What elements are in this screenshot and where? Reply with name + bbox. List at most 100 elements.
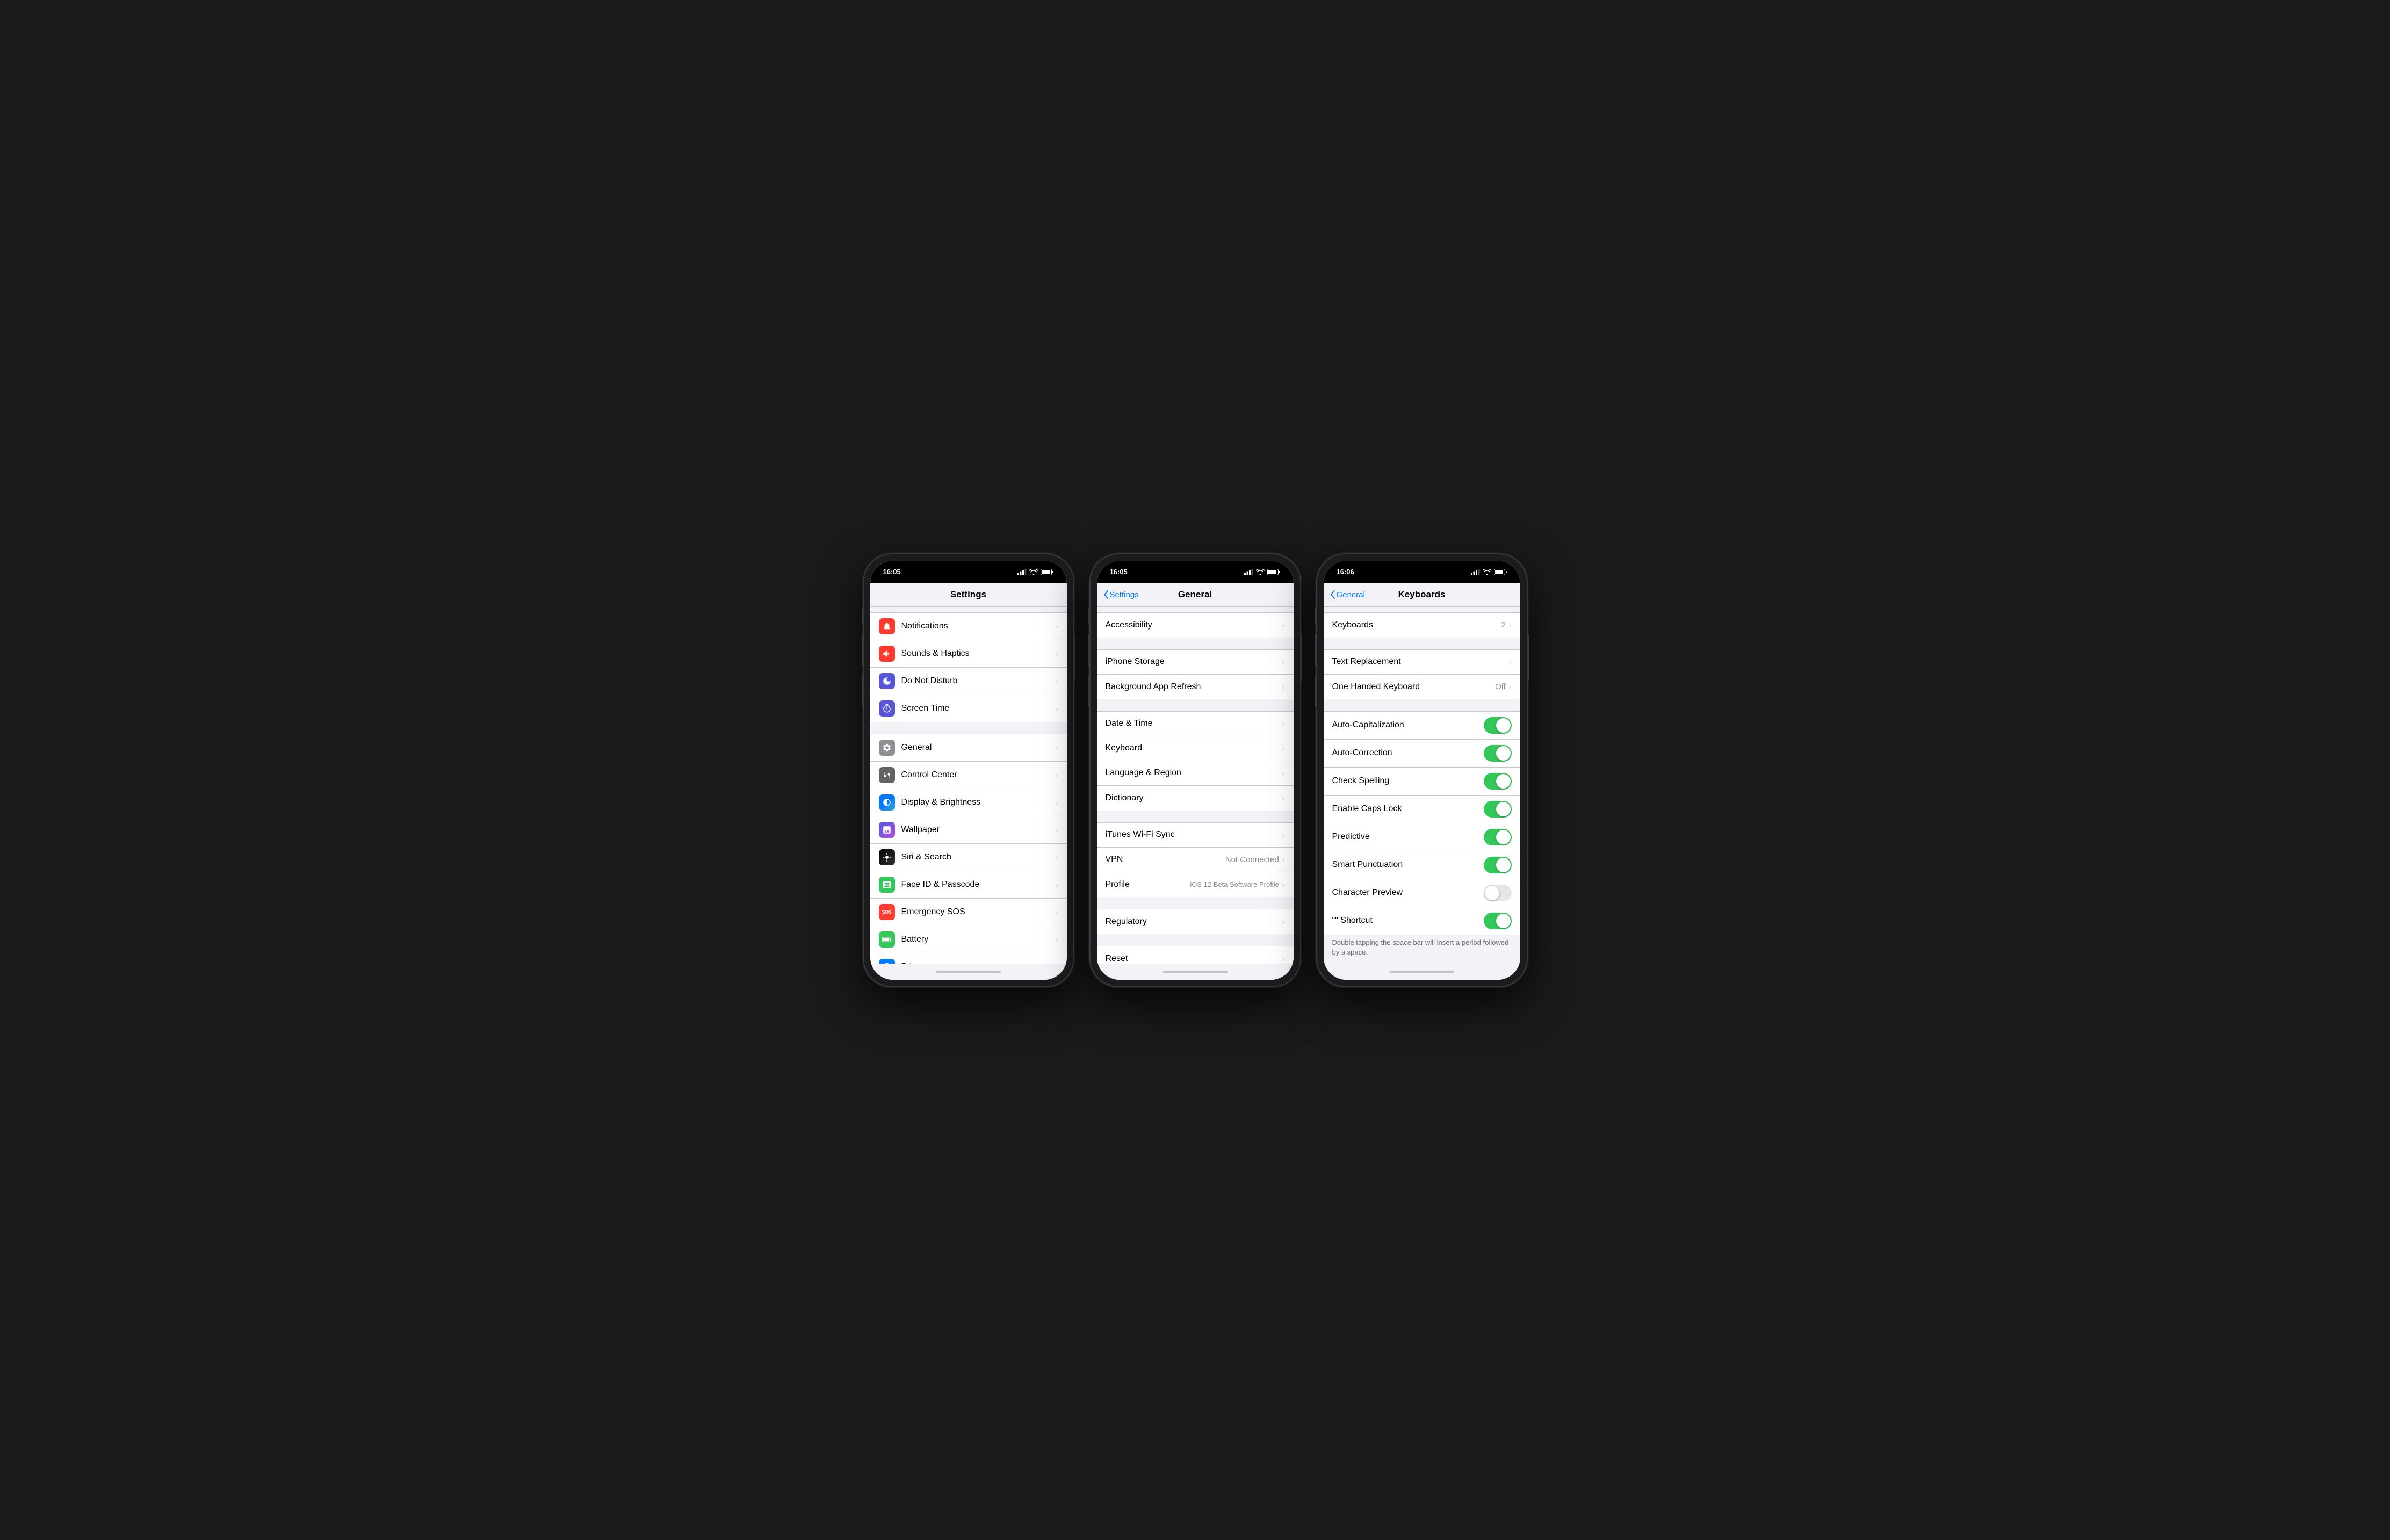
- chevron-icon: ›: [1282, 880, 1285, 889]
- faceid-label: Face ID & Passcode: [901, 880, 1056, 890]
- row-accessibility[interactable]: Accessibility ›: [1097, 613, 1294, 638]
- settings-scroll[interactable]: Notifications › Sounds & Haptics ›: [870, 607, 1067, 964]
- row-battery[interactable]: Battery ›: [870, 926, 1067, 953]
- row-siri[interactable]: Siri & Search ›: [870, 844, 1067, 871]
- row-toggle-auto-correction: Auto-Correction: [1324, 740, 1520, 768]
- section-4: iTunes Wi-Fi Sync › VPN Not Connected › …: [1097, 822, 1294, 897]
- reset-label: Reset: [1106, 954, 1282, 964]
- section-1: Notifications › Sounds & Haptics ›: [870, 612, 1067, 722]
- toggle-switch[interactable]: [1484, 857, 1512, 873]
- row-keyboard[interactable]: Keyboard ›: [1097, 736, 1294, 761]
- sounds-icon: [879, 646, 895, 662]
- power-button[interactable]: [1300, 634, 1302, 681]
- mute-button[interactable]: [1315, 608, 1317, 625]
- row-reset[interactable]: Reset ›: [1097, 946, 1294, 964]
- chevron-icon: ›: [1282, 657, 1285, 666]
- chevron-icon: ›: [1282, 955, 1285, 963]
- row-date-time[interactable]: Date & Time ›: [1097, 712, 1294, 736]
- shortcut-footer: Double tapping the space bar will insert…: [1324, 935, 1520, 963]
- general-scroll[interactable]: Accessibility › iPhone Storage › Backgro…: [1097, 607, 1294, 964]
- chevron-icon: ›: [1056, 908, 1058, 916]
- privacy-icon: [879, 959, 895, 964]
- row-vpn[interactable]: VPN Not Connected ›: [1097, 848, 1294, 872]
- row-text-replacement[interactable]: Text Replacement ›: [1324, 650, 1520, 675]
- notifications-icon: [879, 618, 895, 634]
- volume-down-button[interactable]: [1315, 675, 1317, 707]
- back-button[interactable]: Settings: [1103, 590, 1139, 599]
- battery-icon: [1267, 569, 1281, 575]
- row-profile[interactable]: Profile iOS 12 Beta Software Profile ›: [1097, 872, 1294, 897]
- notifications-label: Notifications: [901, 621, 1056, 631]
- chevron-icon: ›: [1282, 917, 1285, 926]
- toggle-switch[interactable]: [1484, 745, 1512, 762]
- chevron-icon: ›: [1056, 798, 1058, 807]
- volume-down-button[interactable]: [1088, 675, 1091, 707]
- chevron-icon: ›: [1509, 657, 1512, 666]
- row-keyboards[interactable]: Keyboards 2 ›: [1324, 613, 1520, 638]
- vpn-value: Not Connected: [1225, 855, 1279, 864]
- volume-down-button[interactable]: [862, 675, 864, 707]
- row-notifications[interactable]: Notifications ›: [870, 613, 1067, 640]
- row-dnd[interactable]: Do Not Disturb ›: [870, 668, 1067, 695]
- wifi-icon: [1483, 569, 1491, 575]
- mute-button[interactable]: [1088, 608, 1091, 625]
- text-replacement-label: Text Replacement: [1332, 657, 1509, 667]
- row-screentime[interactable]: Screen Time ›: [870, 695, 1067, 722]
- row-iphone-storage[interactable]: iPhone Storage ›: [1097, 650, 1294, 675]
- chevron-icon: ›: [1282, 744, 1285, 753]
- row-sos[interactable]: SOS Emergency SOS ›: [870, 899, 1067, 926]
- dnd-label: Do Not Disturb: [901, 676, 1056, 686]
- chevron-icon: ›: [1056, 771, 1058, 779]
- row-one-handed[interactable]: One Handed Keyboard Off ›: [1324, 675, 1520, 699]
- power-button[interactable]: [1073, 634, 1075, 681]
- row-faceid[interactable]: Face ID & Passcode ›: [870, 871, 1067, 899]
- toggle-label: Auto-Correction: [1332, 748, 1484, 758]
- sos-label: Emergency SOS: [901, 907, 1056, 917]
- date-time-label: Date & Time: [1106, 719, 1282, 728]
- power-button[interactable]: [1527, 634, 1529, 681]
- toggle-switch[interactable]: [1484, 717, 1512, 734]
- toggle-switch[interactable]: [1484, 885, 1512, 901]
- toggle-label: Character Preview: [1332, 888, 1484, 898]
- row-wallpaper[interactable]: Wallpaper ›: [870, 816, 1067, 844]
- volume-up-button[interactable]: [1315, 634, 1317, 666]
- row-background-refresh[interactable]: Background App Refresh ›: [1097, 675, 1294, 699]
- row-general[interactable]: General ›: [870, 734, 1067, 762]
- control-icon: [879, 767, 895, 783]
- vpn-label: VPN: [1106, 855, 1225, 864]
- row-language[interactable]: Language & Region ›: [1097, 761, 1294, 786]
- background-refresh-label: Background App Refresh: [1106, 682, 1282, 692]
- screentime-label: Screen Time: [901, 704, 1056, 713]
- toggle-switch[interactable]: [1484, 829, 1512, 845]
- chevron-icon: ›: [1056, 743, 1058, 752]
- siri-icon: [879, 849, 895, 865]
- row-itunes-wifi[interactable]: iTunes Wi-Fi Sync ›: [1097, 823, 1294, 848]
- row-dictionary[interactable]: Dictionary ›: [1097, 786, 1294, 811]
- row-control[interactable]: Control Center ›: [870, 762, 1067, 789]
- back-button[interactable]: General: [1330, 590, 1365, 599]
- language-label: Language & Region: [1106, 768, 1282, 778]
- chevron-icon: ›: [1509, 683, 1512, 691]
- signal-icon: [1017, 569, 1027, 575]
- row-toggle-predictive: Predictive: [1324, 823, 1520, 851]
- mute-button[interactable]: [862, 608, 864, 625]
- toggle-label: "" Shortcut: [1332, 916, 1484, 926]
- regulatory-label: Regulatory: [1106, 917, 1282, 927]
- keyboards-scroll[interactable]: Keyboards 2 › Text Replacement ›: [1324, 607, 1520, 964]
- row-privacy[interactable]: Privacy ›: [870, 953, 1067, 964]
- volume-up-button[interactable]: [862, 634, 864, 666]
- toggle-switch[interactable]: [1484, 801, 1512, 818]
- accessibility-label: Accessibility: [1106, 620, 1282, 630]
- row-display[interactable]: Display & Brightness ›: [870, 789, 1067, 816]
- display-label: Display & Brightness: [901, 798, 1056, 807]
- row-sounds[interactable]: Sounds & Haptics ›: [870, 640, 1067, 668]
- toggle-switch[interactable]: [1484, 773, 1512, 790]
- row-regulatory[interactable]: Regulatory ›: [1097, 909, 1294, 934]
- row-toggle--shortcut: "" Shortcut: [1324, 907, 1520, 935]
- section-5: Regulatory ›: [1097, 909, 1294, 934]
- back-label: Settings: [1110, 590, 1139, 599]
- volume-up-button[interactable]: [1088, 634, 1091, 666]
- sos-icon: SOS: [879, 904, 895, 920]
- toggle-switch[interactable]: [1484, 913, 1512, 929]
- toggle-label: Predictive: [1332, 832, 1484, 842]
